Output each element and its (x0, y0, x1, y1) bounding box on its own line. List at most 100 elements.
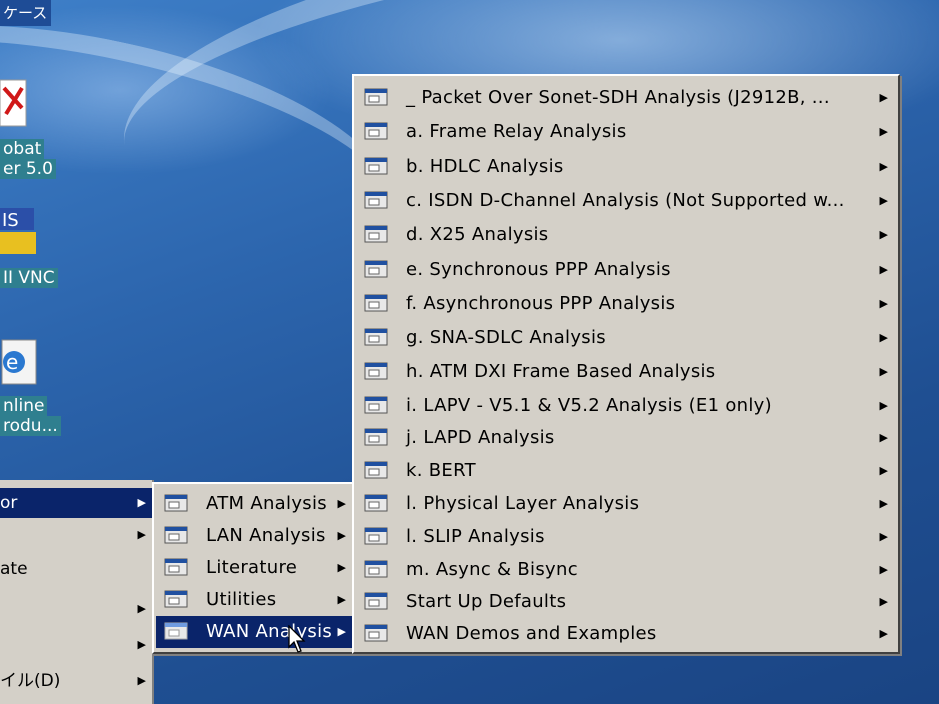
menu-item-async-bisync[interactable]: m. Async & Bisync ▶ (356, 554, 896, 586)
desktop-icon-label: II VNC (0, 268, 58, 288)
program-group-icon (364, 428, 388, 446)
mouse-cursor-icon (288, 625, 306, 653)
desktop-icon-label: rodu... (0, 416, 61, 436)
chevron-right-icon: ▶ (879, 160, 888, 173)
program-group-icon (364, 494, 388, 512)
menu-item-x25[interactable]: d. X25 Analysis ▶ (356, 219, 896, 251)
chevron-right-icon: ▶ (879, 228, 888, 241)
menu-item-literature[interactable]: Literature ▶ (156, 552, 354, 584)
chevron-right-icon: ▶ (137, 496, 146, 509)
menu-item-label: l. SLIP Analysis (406, 526, 545, 547)
start-menu-item[interactable]: イル(D) ▶ (0, 666, 152, 696)
chevron-right-icon: ▶ (879, 530, 888, 543)
chevron-right-icon: ▶ (879, 563, 888, 576)
menu-item-packet-over-sonet[interactable]: _ Packet Over Sonet-SDH Analysis (J2912B… (356, 82, 896, 114)
chevron-right-icon: ▶ (879, 331, 888, 344)
menu-item-slip[interactable]: l. SLIP Analysis ▶ (356, 521, 896, 553)
menu-item-label: k. BERT (406, 460, 476, 481)
menu-item-label: l. Physical Layer Analysis (406, 493, 640, 514)
menu-item-atm-analysis[interactable]: ATM Analysis ▶ (156, 488, 354, 520)
menu-item-bert[interactable]: k. BERT ▶ (356, 455, 896, 487)
acrobat-icon[interactable] (0, 78, 30, 130)
menu-item-label: Utilities (206, 589, 277, 610)
chevron-right-icon: ▶ (337, 529, 346, 542)
menu-item-label: f. Asynchronous PPP Analysis (406, 293, 676, 314)
chevron-right-icon: ▶ (879, 464, 888, 477)
menu-item-utilities[interactable]: Utilities ▶ (156, 584, 354, 616)
menu-item-label: WAN Demos and Examples (406, 623, 657, 644)
menu-item-label: WAN Analysis (206, 621, 333, 642)
chevron-right-icon: ▶ (879, 194, 888, 207)
menu-item-synchronous-ppp[interactable]: e. Synchronous PPP Analysis ▶ (356, 254, 896, 286)
chevron-right-icon: ▶ (879, 497, 888, 510)
start-menu-panel: or ▶ ▶ ate ▶ ▶ イル(D) ▶ (0, 480, 154, 704)
menu-item-asynchronous-ppp[interactable]: f. Asynchronous PPP Analysis ▶ (356, 288, 896, 320)
menu-item-label: e. Synchronous PPP Analysis (406, 259, 671, 280)
start-menu-item[interactable]: or ▶ (0, 488, 152, 518)
menu-item-lapd[interactable]: j. LAPD Analysis ▶ (356, 422, 896, 454)
menu-item-start-up-defaults[interactable]: Start Up Defaults ▶ (356, 586, 896, 618)
menu-item-wan-demos[interactable]: WAN Demos and Examples ▶ (356, 618, 896, 650)
menu-item-label: b. HDLC Analysis (406, 156, 564, 177)
chevron-right-icon: ▶ (137, 528, 146, 541)
chevron-right-icon: ▶ (879, 91, 888, 104)
program-group-icon (364, 560, 388, 578)
program-group-icon (164, 526, 188, 544)
chevron-right-icon: ▶ (337, 625, 346, 638)
program-group-icon (364, 396, 388, 414)
menu-item-label: Start Up Defaults (406, 591, 567, 612)
menu-item-label: a. Frame Relay Analysis (406, 121, 627, 142)
program-group-icon (364, 527, 388, 545)
chevron-right-icon: ▶ (137, 602, 146, 615)
chevron-right-icon: ▶ (337, 593, 346, 606)
chevron-right-icon: ▶ (337, 561, 346, 574)
chevron-right-icon: ▶ (879, 431, 888, 444)
chevron-right-icon: ▶ (137, 638, 146, 651)
svg-text:e: e (6, 350, 18, 374)
program-group-icon (364, 157, 388, 175)
program-group-icon (364, 225, 388, 243)
menu-item-wan-analysis[interactable]: WAN Analysis ▶ (156, 616, 354, 648)
menu-item-physical-layer[interactable]: l. Physical Layer Analysis ▶ (356, 488, 896, 520)
svg-text:IS: IS (2, 210, 19, 231)
chevron-right-icon: ▶ (137, 674, 146, 687)
menu-item-isdn-d-channel[interactable]: c. ISDN D-Channel Analysis (Not Supporte… (356, 185, 896, 217)
menu-item-label: h. ATM DXI Frame Based Analysis (406, 361, 716, 382)
menu-item-atm-dxi[interactable]: h. ATM DXI Frame Based Analysis ▶ (356, 356, 896, 388)
taskbar-window-tab[interactable]: ケース (0, 0, 51, 26)
program-group-icon (164, 590, 188, 608)
menu-item-label: Literature (206, 557, 298, 578)
chevron-right-icon: ▶ (879, 627, 888, 640)
menu-item-label: ATM Analysis (206, 493, 327, 514)
menu-item-label: m. Async & Bisync (406, 559, 578, 580)
menu-item-lapv[interactable]: i. LAPV - V5.1 & V5.2 Analysis (E1 only)… (356, 390, 896, 422)
start-menu-item[interactable]: ate (0, 554, 152, 584)
menu-item-label: LAN Analysis (206, 525, 326, 546)
internet-explorer-icon[interactable]: e (0, 338, 40, 390)
start-menu-item-label: or (0, 493, 18, 513)
program-group-icon (364, 88, 388, 106)
start-menu-item[interactable]: ▶ (0, 630, 152, 660)
program-group-icon (364, 592, 388, 610)
menu-item-label: _ Packet Over Sonet-SDH Analysis (J2912B… (406, 87, 830, 108)
vnc-icon[interactable]: IS (0, 206, 40, 256)
program-group-icon (164, 494, 188, 512)
program-group-icon (364, 122, 388, 140)
start-menu-item[interactable]: ▶ (0, 520, 152, 550)
menu-item-sna-sdlc[interactable]: g. SNA-SDLC Analysis ▶ (356, 322, 896, 354)
menu-item-label: d. X25 Analysis (406, 224, 549, 245)
start-menu-item[interactable]: ▶ (0, 594, 152, 624)
start-menu-item-label: イル(D) (0, 671, 61, 691)
menu-item-lan-analysis[interactable]: LAN Analysis ▶ (156, 520, 354, 552)
menu-item-label: j. LAPD Analysis (406, 427, 555, 448)
program-group-icon (364, 328, 388, 346)
desktop-icon-label: er 5.0 (0, 159, 56, 179)
menu-item-frame-relay[interactable]: a. Frame Relay Analysis ▶ (356, 116, 896, 148)
menu-item-label: c. ISDN D-Channel Analysis (Not Supporte… (406, 190, 845, 211)
desktop-icon-label: nline (0, 396, 48, 416)
menu-item-hdlc[interactable]: b. HDLC Analysis ▶ (356, 151, 896, 183)
chevron-right-icon: ▶ (879, 399, 888, 412)
chevron-right-icon: ▶ (879, 263, 888, 276)
program-group-icon (364, 191, 388, 209)
program-group-icon (164, 558, 188, 576)
